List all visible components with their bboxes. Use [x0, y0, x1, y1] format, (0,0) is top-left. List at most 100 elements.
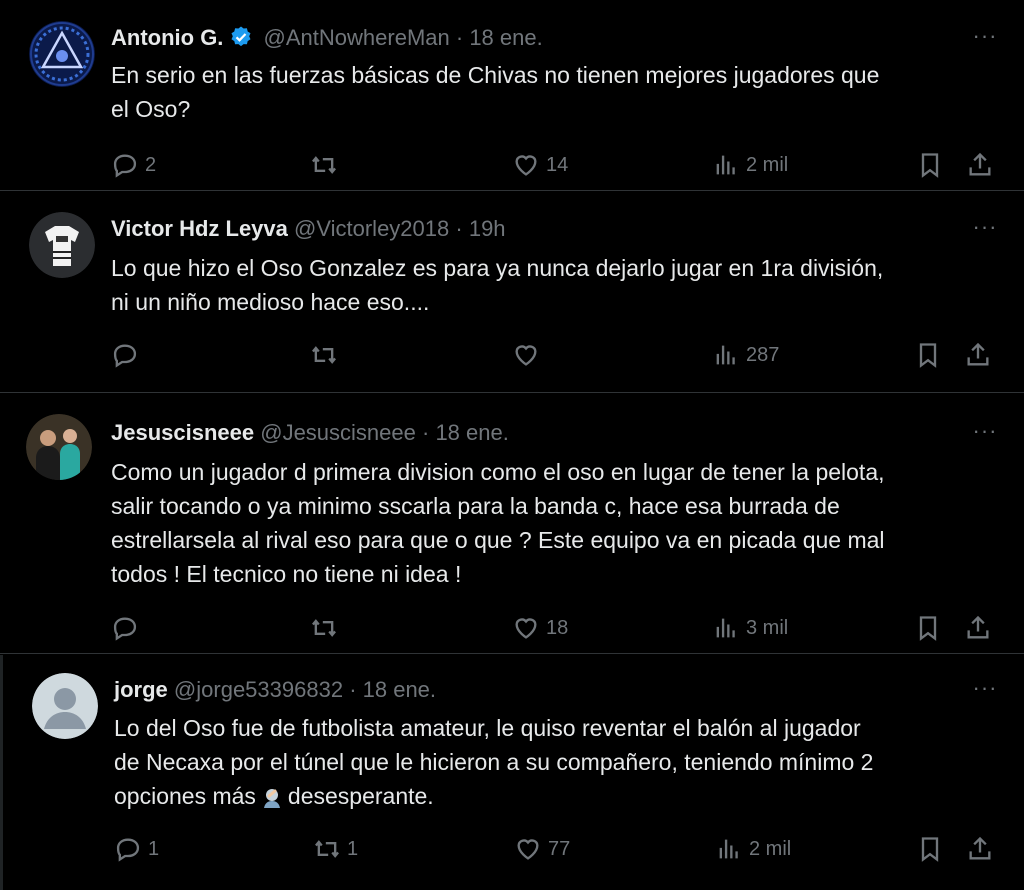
reply-button[interactable]: 1 [114, 834, 159, 864]
like-icon [515, 155, 537, 176]
retweet-icon [315, 840, 339, 858]
bookmark-button[interactable] [914, 613, 942, 643]
retweet-button[interactable]: 1 [313, 834, 358, 864]
views-count: 287 [746, 343, 780, 366]
author-handle[interactable]: @jorge53396832 [174, 677, 343, 702]
retweet-count: 1 [347, 837, 359, 860]
reply-feed: Antonio G. @AntNowhereMan · 18 ene. ··· … [0, 0, 1024, 890]
tweet-text-line: Lo del Oso fue de futbolista amateur, le… [114, 715, 861, 741]
tweet-timestamp[interactable]: · 19h [455, 216, 505, 241]
bookmark-icon [921, 153, 939, 178]
views-icon [716, 155, 735, 175]
share-button[interactable] [966, 150, 994, 180]
tweet-text: En serio en las fuerzas básicas de Chiva… [111, 58, 991, 126]
tweet-timestamp[interactable]: · 18 ene. [349, 677, 436, 702]
bookmark-button[interactable] [916, 834, 944, 864]
tweet-timestamp[interactable]: · 18 ene. [422, 420, 509, 445]
author-handle[interactable]: @Victorley2018 [294, 216, 449, 241]
author-name[interactable]: Victor Hdz Leyva [111, 216, 288, 241]
retweet-button[interactable] [310, 150, 338, 180]
avatar[interactable] [26, 414, 92, 480]
tweet-text-line: opciones más desesperante. [114, 779, 994, 813]
retweet-icon [312, 619, 336, 637]
reply-button[interactable] [111, 340, 139, 370]
views-button[interactable]: 287 [712, 340, 779, 370]
facepalm-emoji-icon [260, 784, 284, 808]
share-button[interactable] [964, 613, 992, 643]
retweet-icon [312, 156, 336, 174]
tweet-text-line: salir tocando o ya minimo sscarla para l… [111, 493, 840, 519]
author-name[interactable]: jorge [114, 677, 168, 702]
retweet-button[interactable] [310, 613, 338, 643]
avatar[interactable] [32, 673, 98, 739]
views-count: 2 mil [749, 837, 792, 860]
tweet[interactable]: Antonio G. @AntNowhereMan · 18 ene. ··· … [0, 0, 1024, 190]
share-icon [969, 836, 991, 860]
share-button[interactable] [966, 834, 994, 864]
like-count: 18 [546, 616, 569, 639]
like-button[interactable] [512, 340, 540, 370]
bookmark-button[interactable] [916, 150, 944, 180]
views-button[interactable]: 2 mil [715, 834, 791, 864]
like-count: 14 [546, 153, 569, 176]
reply-button[interactable] [111, 613, 139, 643]
tweet-text: Lo que hizo el Oso Gonzalez es para ya n… [111, 251, 991, 319]
tweet[interactable]: Victor Hdz Leyva @Victorley2018 · 19h ··… [0, 191, 1024, 392]
reply-button[interactable]: 2 [111, 150, 156, 180]
share-button[interactable] [964, 340, 992, 370]
more-icon[interactable]: ··· [972, 25, 998, 50]
views-button[interactable]: 3 mil [712, 613, 788, 643]
tweet-actions: 287 [0, 340, 1024, 370]
tweet-text-fragment: desesperante. [287, 783, 434, 809]
reply-icon [113, 154, 137, 178]
retweet-button[interactable] [310, 340, 338, 370]
tweet-text-line: Lo que hizo el Oso Gonzalez es para ya n… [111, 255, 884, 281]
share-icon [969, 152, 991, 176]
more-icon[interactable]: ··· [972, 420, 998, 445]
views-button[interactable]: 2 mil [712, 150, 788, 180]
views-count: 3 mil [746, 616, 789, 639]
like-button[interactable]: 77 [514, 834, 570, 864]
author-handle[interactable]: @AntNowhereMan [264, 25, 450, 50]
bookmark-icon [919, 616, 937, 641]
tweet-text-line: de Necaxa por el túnel que le hicieron a… [114, 749, 874, 775]
views-icon [716, 618, 735, 638]
like-count: 77 [548, 837, 571, 860]
author-name[interactable]: Jesuscisneee [111, 420, 254, 445]
share-icon [967, 615, 989, 639]
more-icon[interactable]: ··· [972, 677, 998, 702]
bookmark-icon [921, 837, 939, 862]
tweet-actions: 1 1 77 2 mil [0, 834, 1024, 864]
tweet-actions: 18 3 mil [0, 613, 1024, 643]
tweet-text-line: el Oso? [111, 96, 191, 122]
tweet-text-fragment: opciones más [114, 783, 256, 809]
avatar[interactable] [29, 21, 95, 87]
like-icon [517, 839, 539, 860]
reply-count: 2 [145, 153, 157, 176]
views-icon [719, 839, 738, 859]
like-icon [515, 618, 537, 639]
share-icon [967, 342, 989, 366]
tweet-actions: 2 14 2 mil [0, 150, 1024, 180]
bookmark-button[interactable] [914, 340, 942, 370]
reply-count: 1 [148, 837, 160, 860]
like-button[interactable]: 18 [512, 613, 568, 643]
like-button[interactable]: 14 [512, 150, 568, 180]
tweet-timestamp[interactable]: · 18 ene. [456, 25, 543, 50]
reply-icon [113, 617, 137, 641]
tweet-text-line: En serio en las fuerzas básicas de Chiva… [111, 62, 880, 88]
reply-icon [116, 838, 140, 862]
tweet[interactable]: Jesuscisneee @Jesuscisneee · 18 ene. ···… [0, 393, 1024, 653]
tweet-text-line: todos ! El tecnico no tiene ni idea ! [111, 561, 462, 587]
tweet-text: Como un jugador d primera division como … [111, 455, 991, 591]
like-icon [515, 345, 537, 366]
reply-icon [113, 344, 137, 368]
tweet-text: Lo del Oso fue de futbolista amateur, le… [114, 711, 994, 813]
more-icon[interactable]: ··· [972, 216, 998, 241]
author-handle[interactable]: @Jesuscisneee [260, 420, 416, 445]
author-name[interactable]: Antonio G. [111, 25, 223, 50]
tweet-text-line: Como un jugador d primera division como … [111, 459, 885, 485]
bookmark-icon [919, 343, 937, 368]
avatar[interactable] [29, 212, 95, 278]
tweet[interactable]: jorge @jorge53396832 · 18 ene. ··· Lo de… [0, 654, 1024, 890]
